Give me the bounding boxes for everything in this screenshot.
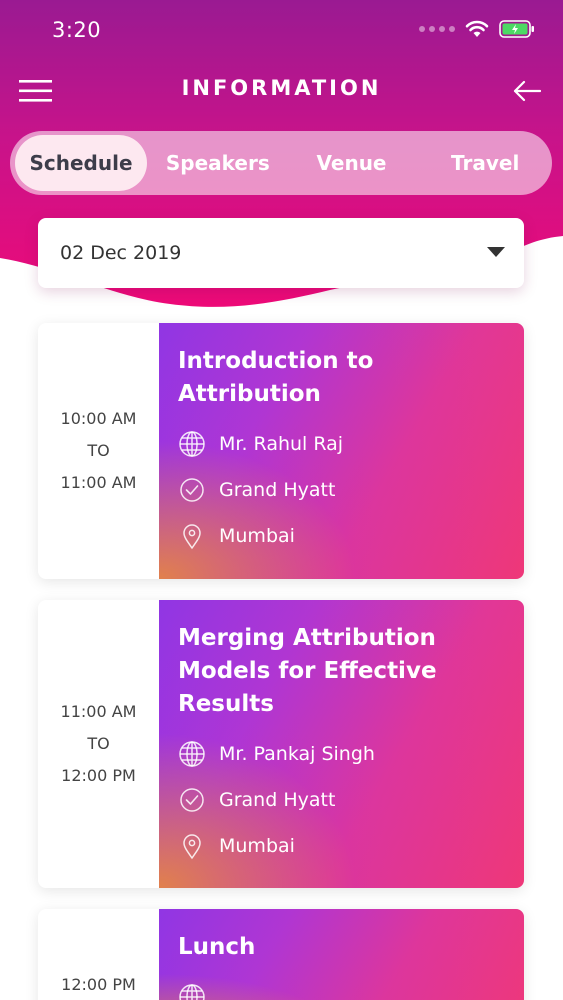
- date-dropdown[interactable]: 02 Dec 2019: [38, 218, 524, 288]
- session-start-time: 11:00 AM: [60, 702, 137, 721]
- session-start-time: 12:00 PM: [61, 975, 136, 994]
- session-speaker: Mr. Rahul Raj: [219, 433, 344, 455]
- session-title: Merging Attribution Models for Effective…: [178, 622, 504, 721]
- session-time: 11:00 AM TO 12:00 PM: [38, 600, 159, 888]
- session-title-line: Results: [178, 691, 274, 717]
- session-city-row: Mumbai: [178, 513, 504, 559]
- nav-bar: INFORMATION: [0, 68, 563, 114]
- tab-speakers[interactable]: Speakers: [155, 135, 281, 191]
- session-venue: Grand Hyatt: [219, 789, 336, 811]
- session-title: Introduction to Attribution: [178, 345, 504, 411]
- session-venue: Grand Hyatt: [219, 479, 336, 501]
- wifi-icon: [465, 20, 489, 37]
- session-city: Mumbai: [219, 525, 295, 547]
- session-venue-row: Grand Hyatt: [178, 777, 504, 823]
- session-title-line: Attribution: [178, 381, 321, 407]
- session-details: Lunch: [159, 909, 524, 1000]
- session-time-separator: TO: [87, 441, 110, 460]
- status-bar: 3:20: [0, 0, 563, 60]
- session-details: Merging Attribution Models for Effective…: [159, 600, 524, 888]
- status-icons: [419, 20, 535, 38]
- location-pin-icon: [183, 524, 201, 550]
- tab-venue[interactable]: Venue: [289, 135, 415, 191]
- session-card[interactable]: 12:00 PM Lunch: [38, 909, 524, 1000]
- session-city: Mumbai: [219, 835, 295, 857]
- session-time-separator: TO: [87, 734, 110, 753]
- globe-icon: [179, 431, 205, 457]
- globe-icon: [179, 741, 205, 767]
- date-dropdown-value: 02 Dec 2019: [60, 242, 182, 264]
- session-details: Introduction to Attribution Mr. Rahul Ra…: [159, 323, 524, 579]
- status-time: 3:20: [52, 18, 102, 42]
- session-card[interactable]: 11:00 AM TO 12:00 PM Merging Attribution…: [38, 600, 524, 888]
- session-card[interactable]: 10:00 AM TO 11:00 AM Introduction to Att…: [38, 323, 524, 579]
- check-circle-icon: [180, 788, 204, 812]
- session-title: Lunch: [178, 931, 504, 964]
- tab-travel[interactable]: Travel: [422, 135, 548, 191]
- globe-icon: [179, 984, 205, 1000]
- session-title-line: Introduction to: [178, 348, 374, 374]
- session-start-time: 10:00 AM: [60, 409, 137, 428]
- session-speaker-row: Mr. Rahul Raj: [178, 421, 504, 467]
- info-tabs: Schedule Speakers Venue Travel: [10, 131, 552, 195]
- location-pin-icon: [183, 834, 201, 860]
- session-title-line: Lunch: [178, 934, 256, 960]
- caret-down-icon: [487, 247, 505, 257]
- session-time: 12:00 PM: [38, 909, 159, 1000]
- page-title: INFORMATION: [181, 76, 382, 100]
- tab-schedule[interactable]: Schedule: [15, 135, 147, 191]
- session-title-line: Merging Attribution: [178, 625, 436, 651]
- back-arrow-icon[interactable]: [513, 78, 541, 104]
- session-time: 10:00 AM TO 11:00 AM: [38, 323, 159, 579]
- check-circle-icon: [180, 478, 204, 502]
- battery-icon: [499, 20, 534, 38]
- session-speaker: Mr. Pankaj Singh: [219, 743, 375, 765]
- session-city-row: Mumbai: [178, 823, 504, 869]
- session-end-time: 12:00 PM: [61, 766, 136, 785]
- session-speaker-row: Mr. Pankaj Singh: [178, 731, 504, 777]
- session-venue-row: Grand Hyatt: [178, 467, 504, 513]
- signal-icon: [419, 26, 455, 32]
- session-end-time: 11:00 AM: [60, 473, 137, 492]
- session-speaker-row: [178, 974, 504, 1000]
- session-title-line: Models for Effective: [178, 658, 437, 684]
